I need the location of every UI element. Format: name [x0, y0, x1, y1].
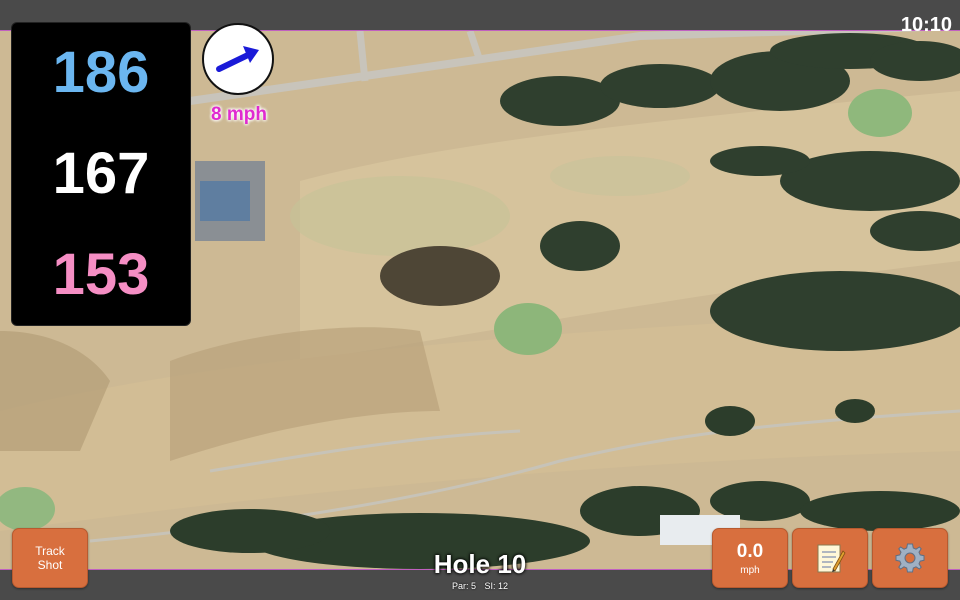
track-shot-label-line1: Track — [35, 544, 65, 558]
par-label: Par: 5 — [451, 581, 476, 591]
front-of-green-distance: 153 — [52, 241, 150, 307]
settings-button[interactable] — [872, 528, 948, 588]
hole-details: Par: 5 SI: 12 — [380, 581, 580, 591]
hole-info: Hole 10 Par: 5 SI: 12 — [380, 549, 580, 591]
speed-unit: mph — [740, 564, 760, 576]
stroke-index-label: SI: 12 — [484, 581, 509, 591]
gear-icon — [895, 543, 925, 573]
hole-title: Hole 10 — [433, 549, 527, 579]
wind-indicator — [202, 23, 274, 95]
speed-value: 0.0 — [736, 540, 764, 562]
arrow-icon — [216, 46, 259, 72]
notepad-icon — [817, 544, 846, 573]
notes-button[interactable] — [792, 528, 868, 588]
middle-of-green-distance: 167 — [52, 140, 150, 206]
speed-button[interactable]: 0.0 mph — [712, 528, 788, 588]
track-shot-button[interactable]: Track Shot — [12, 528, 88, 588]
distance-panel: 186 167 153 — [11, 22, 191, 326]
clock: 10:10 — [900, 14, 952, 36]
back-of-green-distance: 186 — [52, 40, 150, 106]
track-shot-label-line2: Shot — [37, 558, 63, 572]
wind-speed-label: 8 mph — [211, 104, 267, 125]
